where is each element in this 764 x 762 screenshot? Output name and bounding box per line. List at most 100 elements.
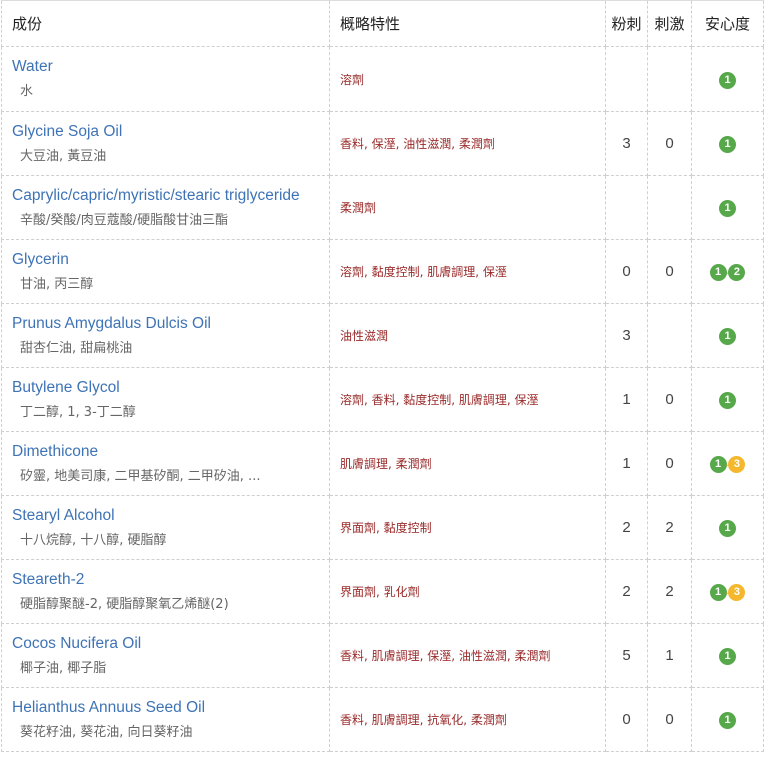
features-cell: 香料, 肌膚調理, 保溼, 油性滋潤, 柔潤劑 <box>329 623 606 688</box>
features-cell: 溶劑 <box>329 46 606 112</box>
safety-cell: 1 <box>691 623 764 688</box>
ingredient-link[interactable]: Glycerin <box>12 250 329 270</box>
safety-cell: 1-2 <box>691 239 764 304</box>
acne-score <box>605 175 648 240</box>
safety-cell: 1 <box>691 46 764 112</box>
table-row: Butylene Glycol 丁二醇, 1, 3-丁二醇 溶劑, 香料, 黏度… <box>1 367 764 432</box>
safety-badge: 1 <box>719 712 736 729</box>
safety-cell: 1 <box>691 495 764 560</box>
table-row: Glycerin 甘油, 丙三醇 溶劑, 黏度控制, 肌膚調理, 保溼 0 0 … <box>1 239 764 304</box>
safety-badge: 3 <box>728 456 746 473</box>
irritation-score <box>647 46 692 112</box>
safety-badge: 3 <box>728 584 746 601</box>
features-cell: 肌膚調理, 柔潤劑 <box>329 431 606 496</box>
table-row: Dimethicone 矽靈, 地美司康, 二甲基矽酮, 二甲矽油, ... 肌… <box>1 431 764 496</box>
table-row: Cocos Nucifera Oil 椰子油, 椰子脂 香料, 肌膚調理, 保溼… <box>1 623 764 688</box>
safety-cell: 1-3 <box>691 431 764 496</box>
safety-badge: 2 <box>728 264 746 281</box>
irritation-score <box>647 175 692 240</box>
ingredient-alias: 大豆油, 黃豆油 <box>20 149 107 164</box>
ingredient-link[interactable]: Dimethicone <box>12 442 329 462</box>
safety-cell: 1 <box>691 111 764 176</box>
acne-score: 1 <box>605 431 648 496</box>
ingredient-alias: 甜杏仁油, 甜扁桃油 <box>20 341 133 356</box>
ingredient-cell: Caprylic/capric/myristic/stearic triglyc… <box>1 175 330 240</box>
ingredient-alias: 十八烷醇, 十八醇, 硬脂醇 <box>20 533 167 548</box>
ingredient-table: 成份 概略特性 粉刺 刺激 安心度 Water 水 溶劑 1 Glycine S… <box>1 0 764 752</box>
acne-score: 3 <box>605 111 648 176</box>
irritation-score: 0 <box>647 111 692 176</box>
irritation-score: 0 <box>647 687 692 752</box>
safety-cell: 1 <box>691 367 764 432</box>
header-ingredient: 成份 <box>1 0 330 47</box>
safety-badge: 1 <box>709 264 727 281</box>
acne-score: 1 <box>605 367 648 432</box>
irritation-score <box>647 303 692 368</box>
irritation-score: 0 <box>647 431 692 496</box>
acne-score: 3 <box>605 303 648 368</box>
acne-score: 2 <box>605 495 648 560</box>
ingredient-alias: 矽靈, 地美司康, 二甲基矽酮, 二甲矽油, ... <box>20 469 261 484</box>
features-cell: 溶劑, 黏度控制, 肌膚調理, 保溼 <box>329 239 606 304</box>
ingredient-cell: Butylene Glycol 丁二醇, 1, 3-丁二醇 <box>1 367 330 432</box>
safety-cell: 1-3 <box>691 559 764 624</box>
ingredient-cell: Water 水 <box>1 46 330 112</box>
safety-badge: 1 <box>709 584 727 601</box>
ingredient-link[interactable]: Stearyl Alcohol <box>12 506 329 526</box>
safety-cell: 1 <box>691 687 764 752</box>
irritation-score: 1 <box>647 623 692 688</box>
irritation-score: 0 <box>647 367 692 432</box>
features-cell: 界面劑, 黏度控制 <box>329 495 606 560</box>
ingredient-cell: Steareth-2 硬脂醇聚醚-2, 硬脂醇聚氧乙烯醚(2) <box>1 559 330 624</box>
table-row: Stearyl Alcohol 十八烷醇, 十八醇, 硬脂醇 界面劑, 黏度控制… <box>1 495 764 560</box>
irritation-score: 2 <box>647 559 692 624</box>
safety-badge: 1 <box>719 328 736 345</box>
ingredient-link[interactable]: Prunus Amygdalus Dulcis Oil <box>12 314 329 334</box>
header-safety: 安心度 <box>691 0 764 47</box>
ingredient-link[interactable]: Caprylic/capric/myristic/stearic triglyc… <box>12 186 329 206</box>
safety-badge: 1 <box>709 456 727 473</box>
safety-badge: 1 <box>719 136 736 153</box>
ingredient-link[interactable]: Water <box>12 57 329 77</box>
ingredient-link[interactable]: Steareth-2 <box>12 570 329 590</box>
header-acne: 粉刺 <box>605 0 648 47</box>
ingredient-cell: Dimethicone 矽靈, 地美司康, 二甲基矽酮, 二甲矽油, ... <box>1 431 330 496</box>
table-row: Caprylic/capric/myristic/stearic triglyc… <box>1 175 764 240</box>
ingredient-alias: 硬脂醇聚醚-2, 硬脂醇聚氧乙烯醚(2) <box>20 597 229 612</box>
features-cell: 油性滋潤 <box>329 303 606 368</box>
irritation-score: 0 <box>647 239 692 304</box>
acne-score: 2 <box>605 559 648 624</box>
header-features: 概略特性 <box>329 0 606 47</box>
table-row: Helianthus Annuus Seed Oil 葵花籽油, 葵花油, 向日… <box>1 687 764 752</box>
features-cell: 溶劑, 香料, 黏度控制, 肌膚調理, 保溼 <box>329 367 606 432</box>
table-header-row: 成份 概略特性 粉刺 刺激 安心度 <box>1 0 764 47</box>
features-cell: 柔潤劑 <box>329 175 606 240</box>
safety-badge: 1 <box>719 392 736 409</box>
acne-score: 0 <box>605 687 648 752</box>
header-irritation: 刺激 <box>647 0 692 47</box>
table-row: Glycine Soja Oil 大豆油, 黃豆油 香料, 保溼, 油性滋潤, … <box>1 111 764 176</box>
ingredient-alias: 甘油, 丙三醇 <box>20 277 94 292</box>
ingredient-link[interactable]: Glycine Soja Oil <box>12 122 329 142</box>
acne-score: 0 <box>605 239 648 304</box>
table-row: Steareth-2 硬脂醇聚醚-2, 硬脂醇聚氧乙烯醚(2) 界面劑, 乳化劑… <box>1 559 764 624</box>
ingredient-cell: Prunus Amygdalus Dulcis Oil 甜杏仁油, 甜扁桃油 <box>1 303 330 368</box>
table-row: Water 水 溶劑 1 <box>1 46 764 112</box>
safety-cell: 1 <box>691 303 764 368</box>
safety-badge: 1 <box>719 648 736 665</box>
features-cell: 香料, 肌膚調理, 抗氧化, 柔潤劑 <box>329 687 606 752</box>
ingredient-cell: Glycine Soja Oil 大豆油, 黃豆油 <box>1 111 330 176</box>
acne-score: 5 <box>605 623 648 688</box>
ingredient-alias: 丁二醇, 1, 3-丁二醇 <box>20 405 136 420</box>
ingredient-cell: Cocos Nucifera Oil 椰子油, 椰子脂 <box>1 623 330 688</box>
features-cell: 界面劑, 乳化劑 <box>329 559 606 624</box>
ingredient-link[interactable]: Helianthus Annuus Seed Oil <box>12 698 329 718</box>
table-row: Prunus Amygdalus Dulcis Oil 甜杏仁油, 甜扁桃油 油… <box>1 303 764 368</box>
ingredient-link[interactable]: Butylene Glycol <box>12 378 329 398</box>
ingredient-alias: 椰子油, 椰子脂 <box>20 661 107 676</box>
safety-badge: 1 <box>719 520 736 537</box>
ingredient-link[interactable]: Cocos Nucifera Oil <box>12 634 329 654</box>
features-cell: 香料, 保溼, 油性滋潤, 柔潤劑 <box>329 111 606 176</box>
ingredient-cell: Glycerin 甘油, 丙三醇 <box>1 239 330 304</box>
safety-badge: 1 <box>719 200 736 217</box>
